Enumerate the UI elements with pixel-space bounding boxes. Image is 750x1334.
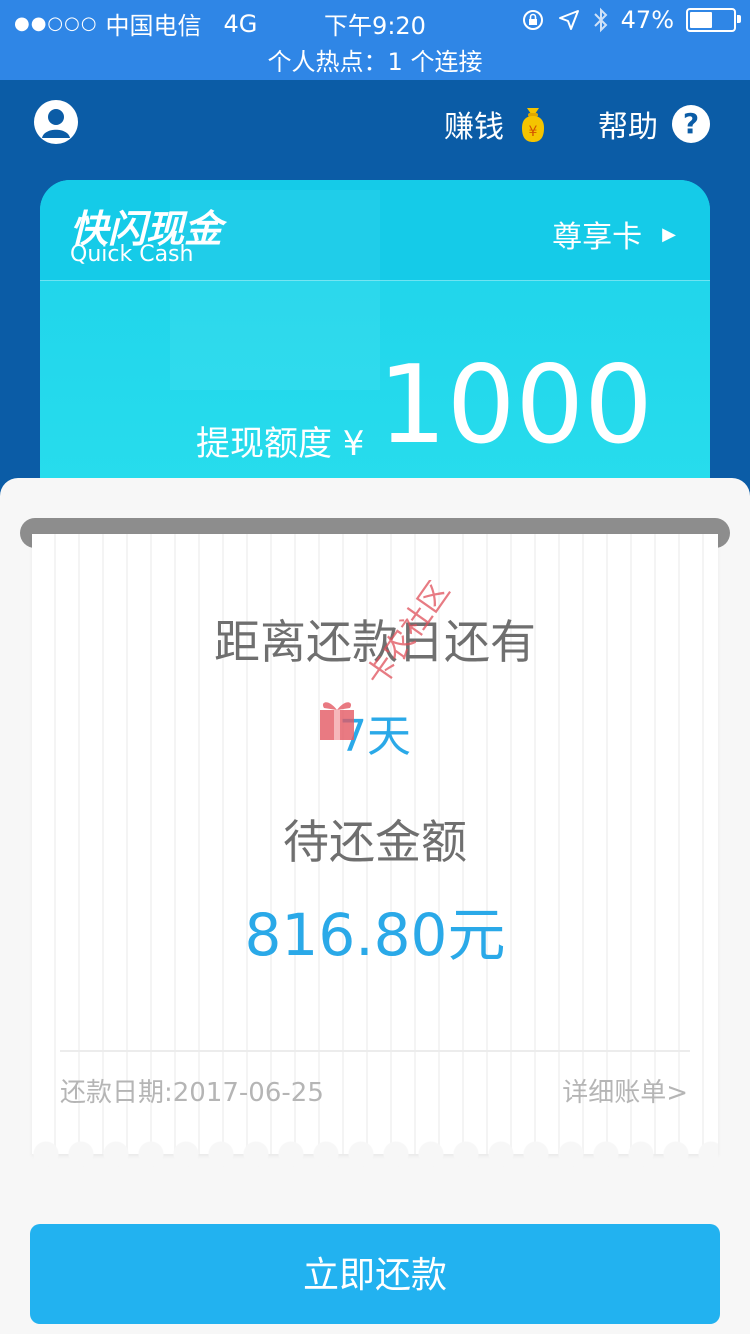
app-header: 赚钱 ¥ 帮助 ? <box>0 80 750 170</box>
watermark-text: 卡农社区 <box>360 580 457 693</box>
play-arrow-icon: ▶ <box>662 223 676 245</box>
rotation-lock-icon <box>522 10 543 30</box>
status-bar: ●●○○○ 中国电信 4G 下午9:20 47% 个人热点：1 个连接 <box>0 0 750 80</box>
help-button[interactable]: 帮助 ? <box>598 102 710 146</box>
gift-icon <box>320 702 354 740</box>
status-right: 47% <box>521 6 741 34</box>
card-divider <box>40 280 710 281</box>
amount-due-value: 816.80元 <box>244 901 506 969</box>
withdraw-limit-label: 提现额度 ¥ <box>196 424 365 464</box>
question-mark-icon: ? <box>672 105 710 143</box>
svg-text:¥: ¥ <box>529 124 538 140</box>
credit-card: 快闪现金 Quick Cash 尊享卡 ▶ 提现额度 ¥ 1000 <box>40 180 710 510</box>
watermark-logo: 卡农社区 <box>320 580 457 740</box>
vip-card-link[interactable]: 尊享卡 ▶ <box>552 212 676 256</box>
due-date: 还款日期:2017-06-25 <box>60 1078 324 1108</box>
earn-label: 赚钱 <box>444 110 504 145</box>
brand-logo-en: Quick Cash <box>70 242 194 267</box>
bluetooth-icon <box>593 7 608 33</box>
money-bag-icon: ¥ <box>522 108 544 142</box>
help-label: 帮助 <box>598 110 658 145</box>
hotspot-banner[interactable]: 个人热点：1 个连接 <box>0 42 750 77</box>
profile-avatar-icon[interactable] <box>34 100 78 144</box>
battery-level <box>690 12 712 28</box>
vip-card-label: 尊享卡 <box>552 220 643 255</box>
earn-button[interactable]: 赚钱 ¥ <box>444 102 552 146</box>
battery-cap <box>737 15 741 23</box>
receipt-scallop-edge <box>32 1140 718 1168</box>
battery-percent: 47% <box>620 6 674 34</box>
amount-due-label: 待还金额 <box>283 815 467 869</box>
receipt-divider <box>60 1050 690 1052</box>
bill-detail-link[interactable]: 详细账单> <box>562 1072 688 1109</box>
battery-icon <box>686 8 741 32</box>
user-icon <box>42 109 70 138</box>
withdraw-limit-value: 1000 <box>378 343 653 468</box>
repay-now-button[interactable]: 立即还款 <box>30 1224 720 1324</box>
location-arrow-icon <box>558 10 579 30</box>
